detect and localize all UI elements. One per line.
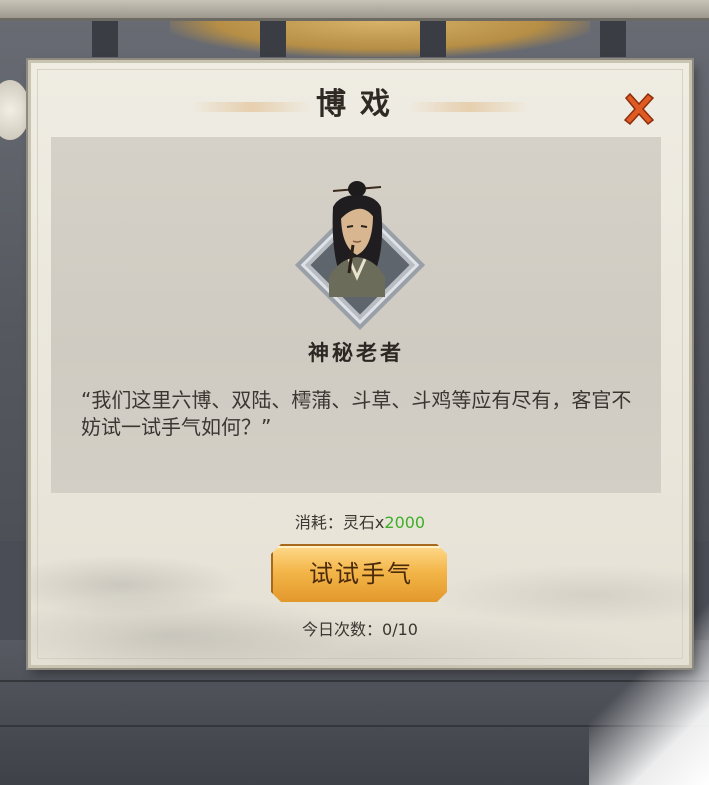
background-pillar (260, 21, 286, 57)
cost-multiplier: x (374, 513, 385, 532)
title-bar: 博戏 (71, 85, 649, 125)
try-luck-button[interactable]: 试试手气 (271, 544, 447, 602)
cost-item: 灵石 (342, 513, 375, 532)
daily-count-line: 今日次数：0/10 (31, 616, 689, 640)
dialog-title: 博戏 (316, 87, 404, 122)
daily-count-total: 10 (397, 620, 418, 639)
cost-label: 消耗： (294, 513, 343, 532)
npc-dialog-box: 神秘老者 “我们这里六博、双陆、樗蒲、斗草、斗鸡等应有尽有，客官不妨试一试手气如… (51, 137, 661, 493)
title-decoration-left (191, 102, 311, 112)
background-pillar (420, 21, 446, 57)
cost-line: 消耗：灵石x2000 (31, 509, 689, 533)
daily-count-used: 0 (382, 620, 393, 639)
close-x-icon (623, 92, 655, 126)
background-pillar (600, 21, 626, 57)
background-pillar (92, 21, 118, 57)
npc-name: 神秘老者 (308, 340, 404, 365)
old-man-portrait-icon (329, 181, 385, 297)
close-button[interactable] (621, 91, 657, 127)
title-decoration-right (409, 102, 529, 112)
npc-quote: “我们这里六博、双陆、樗蒲、斗草、斗鸡等应有尽有，客官不妨试一试手气如何？” (81, 388, 632, 439)
background-top-frame (0, 0, 709, 21)
background-awning (170, 21, 590, 57)
daily-count-label: 今日次数： (302, 620, 383, 639)
gamble-dialog-panel: 博戏 神秘老者 “我们这里六博、双陆、樗蒲、斗草、斗鸡等应有尽有，客官不妨试一试… (28, 60, 692, 668)
cost-amount: 2000 (384, 513, 426, 532)
